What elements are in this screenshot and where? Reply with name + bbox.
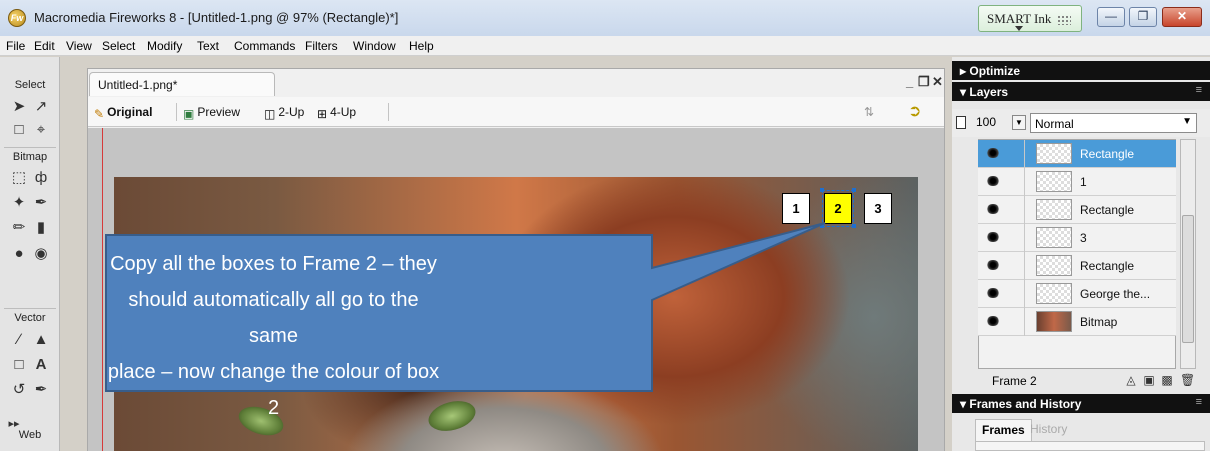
layer-name: 3: [1080, 231, 1087, 245]
add-mask-icon[interactable]: ▣: [1142, 373, 1156, 387]
eye-icon[interactable]: [986, 288, 1000, 298]
callout-line: should automatically all go to the same: [128, 289, 419, 347]
layer-name: Rectangle: [1080, 203, 1135, 217]
layer-row[interactable]: Rectangle: [978, 140, 1176, 168]
layer-thumbnail: [1036, 171, 1072, 192]
callout-line: Copy all the boxes to Frame 2 – they: [110, 253, 437, 275]
eye-icon[interactable]: [986, 316, 1000, 326]
layer-name: Rectangle: [1080, 259, 1135, 273]
lock-icon[interactable]: [956, 116, 966, 129]
layer-row[interactable]: Rectangle: [978, 252, 1176, 280]
callout-text: Copy all the boxes to Frame 2 – they sho…: [105, 246, 442, 426]
opacity-value[interactable]: 100: [976, 115, 996, 129]
callout-line: place – now change the colour of box 2: [107, 361, 440, 419]
eye-icon[interactable]: [986, 204, 1000, 214]
layer-thumbnail: [1036, 227, 1072, 248]
layers-panel-header[interactable]: ▾ Layers ≡: [952, 82, 1210, 101]
layer-row[interactable]: Rectangle: [978, 196, 1176, 224]
layer-row[interactable]: 3: [978, 224, 1176, 252]
layer-name: Bitmap: [1080, 315, 1118, 329]
frames-history-panel-header[interactable]: ▾ Frames and History ≡: [952, 394, 1210, 413]
eye-icon[interactable]: [986, 260, 1000, 270]
current-frame-label[interactable]: Frame 2: [992, 374, 1037, 388]
layer-name: George the...: [1080, 287, 1151, 301]
layer-name: 1: [1080, 175, 1087, 189]
layer-thumbnail: [1036, 311, 1072, 332]
layers-scroll-thumb[interactable]: [1182, 215, 1194, 343]
opacity-dropdown-icon[interactable]: ▼: [1012, 115, 1026, 130]
optimize-panel-header[interactable]: ▸ Optimize: [952, 61, 1210, 80]
tab-history[interactable]: History: [1024, 419, 1073, 441]
panel-options-icon[interactable]: ≡: [1196, 84, 1202, 96]
chevron-down-icon: ▼: [1182, 116, 1192, 127]
trash-icon[interactable]: 🗑: [1180, 373, 1195, 387]
frames-list: [975, 441, 1205, 451]
eye-icon[interactable]: [986, 232, 1000, 242]
layer-thumbnail: [1036, 255, 1072, 276]
layers-header-label: ▾ Layers: [960, 85, 1009, 99]
eye-icon[interactable]: [986, 148, 1000, 158]
optimize-header-label: ▸ Optimize: [960, 64, 1021, 78]
layer-row[interactable]: Bitmap: [978, 308, 1176, 336]
layer-row[interactable]: 1: [978, 168, 1176, 196]
blend-mode-value: Normal: [1035, 117, 1074, 131]
layer-row[interactable]: George the...: [978, 280, 1176, 308]
blend-mode-select[interactable]: Normal ▼: [1030, 113, 1197, 133]
layer-thumbnail: [1036, 199, 1072, 220]
new-bitmap-icon[interactable]: ▩: [1160, 373, 1174, 387]
eye-icon[interactable]: [986, 176, 1000, 186]
layer-name: Rectangle: [1080, 147, 1135, 161]
new-layer-icon[interactable]: ◬: [1124, 373, 1138, 387]
layer-thumbnail: [1036, 283, 1072, 304]
panel-options-icon[interactable]: ≡: [1196, 396, 1202, 408]
layer-thumbnail: [1036, 143, 1072, 164]
frames-history-header-label: ▾ Frames and History: [960, 397, 1082, 411]
